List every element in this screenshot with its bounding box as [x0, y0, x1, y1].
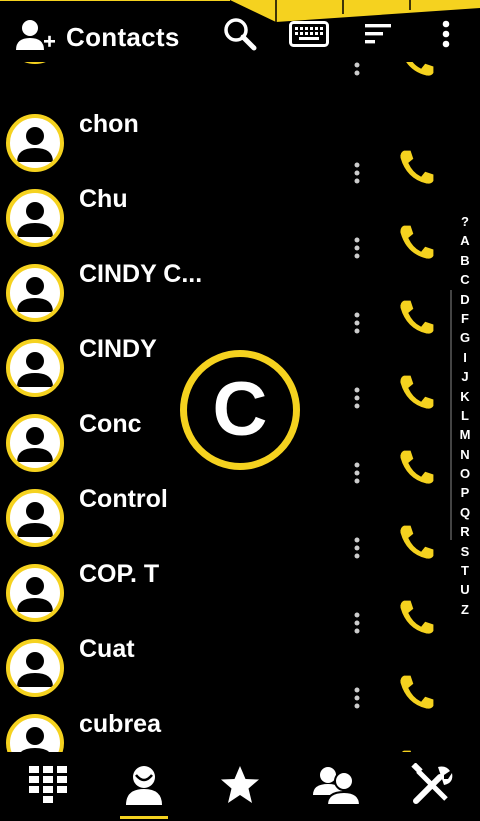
page-title: Contacts: [66, 22, 180, 52]
alphabet-index[interactable]: ? A B C D F G I J K L M N O P Q R S T U …: [450, 212, 476, 619]
contact-name: Control: [79, 485, 168, 513]
index-letter[interactable]: A: [454, 231, 476, 250]
contacts-icon[interactable]: [116, 762, 172, 808]
selected-tab-indicator: [120, 816, 168, 819]
contact-name: Conc: [79, 410, 142, 438]
contact-name: Chu: [79, 185, 128, 213]
keyboard-icon[interactable]: [289, 16, 329, 52]
search-icon[interactable]: [220, 16, 260, 52]
index-letter[interactable]: ?: [454, 212, 476, 231]
contact-name: CINDY C...: [79, 260, 203, 288]
contact-row[interactable]: chon: [0, 104, 440, 185]
contact-row[interactable]: CINDY C...: [0, 254, 440, 335]
current-letter: C: [212, 367, 268, 452]
index-letter[interactable]: J: [454, 367, 476, 386]
contact-row[interactable]: Chu: [0, 179, 440, 260]
contact-avatar: [6, 714, 64, 752]
index-letter[interactable]: Z: [454, 600, 476, 619]
favorites-star-icon[interactable]: [212, 762, 268, 808]
index-letter[interactable]: C: [454, 270, 476, 289]
index-letter[interactable]: K: [454, 387, 476, 406]
index-letter[interactable]: D: [454, 290, 476, 309]
contact-name: COP. T: [79, 560, 160, 588]
index-letter[interactable]: U: [454, 580, 476, 599]
contact-avatar: [6, 339, 64, 397]
contact-avatar: [6, 414, 64, 472]
index-letter[interactable]: B: [454, 251, 476, 270]
contact-row[interactable]: Control: [0, 479, 440, 560]
index-letter[interactable]: N: [454, 445, 476, 464]
current-letter-bubble: C: [180, 350, 300, 470]
index-letter[interactable]: S: [454, 542, 476, 561]
index-letter[interactable]: G: [454, 328, 476, 347]
contact-avatar: [6, 489, 64, 547]
contact-name: Cuat: [79, 635, 135, 663]
call-icon[interactable]: [396, 62, 436, 78]
index-letter[interactable]: Q: [454, 503, 476, 522]
contact-row[interactable]: [0, 62, 440, 77]
contact-name: CINDY: [79, 335, 157, 363]
contact-avatar: [6, 114, 64, 172]
index-letter[interactable]: P: [454, 483, 476, 502]
contact-avatar: [6, 189, 64, 247]
settings-tools-icon[interactable]: [404, 762, 460, 808]
contact-avatar: [6, 264, 64, 322]
index-letter[interactable]: M: [454, 425, 476, 444]
contact-row[interactable]: COP. T: [0, 554, 440, 635]
index-letter[interactable]: I: [454, 348, 476, 367]
index-scroll-track: [450, 290, 452, 540]
sort-icon[interactable]: [358, 16, 398, 52]
contact-name: cubrea: [79, 710, 161, 738]
overflow-menu-icon[interactable]: [426, 16, 466, 52]
contact-avatar: [6, 639, 64, 697]
bottom-navigation: [0, 752, 480, 821]
contact-row[interactable]: Cuat: [0, 629, 440, 710]
index-letter[interactable]: T: [454, 561, 476, 580]
add-contact-icon[interactable]: [14, 18, 56, 57]
dialpad-icon[interactable]: [20, 762, 76, 808]
groups-icon[interactable]: [308, 762, 364, 808]
index-letter[interactable]: F: [454, 309, 476, 328]
contact-row[interactable]: cubrea: [0, 704, 440, 752]
index-letter[interactable]: R: [454, 522, 476, 541]
index-letter[interactable]: O: [454, 464, 476, 483]
contact-name: chon: [79, 110, 139, 138]
top-app-bar: Contacts: [0, 0, 480, 62]
title-area: Contacts: [14, 18, 180, 57]
contact-avatar: [6, 564, 64, 622]
index-letter[interactable]: L: [454, 406, 476, 425]
contact-more-icon[interactable]: [352, 62, 362, 76]
contact-avatar: [6, 62, 64, 64]
